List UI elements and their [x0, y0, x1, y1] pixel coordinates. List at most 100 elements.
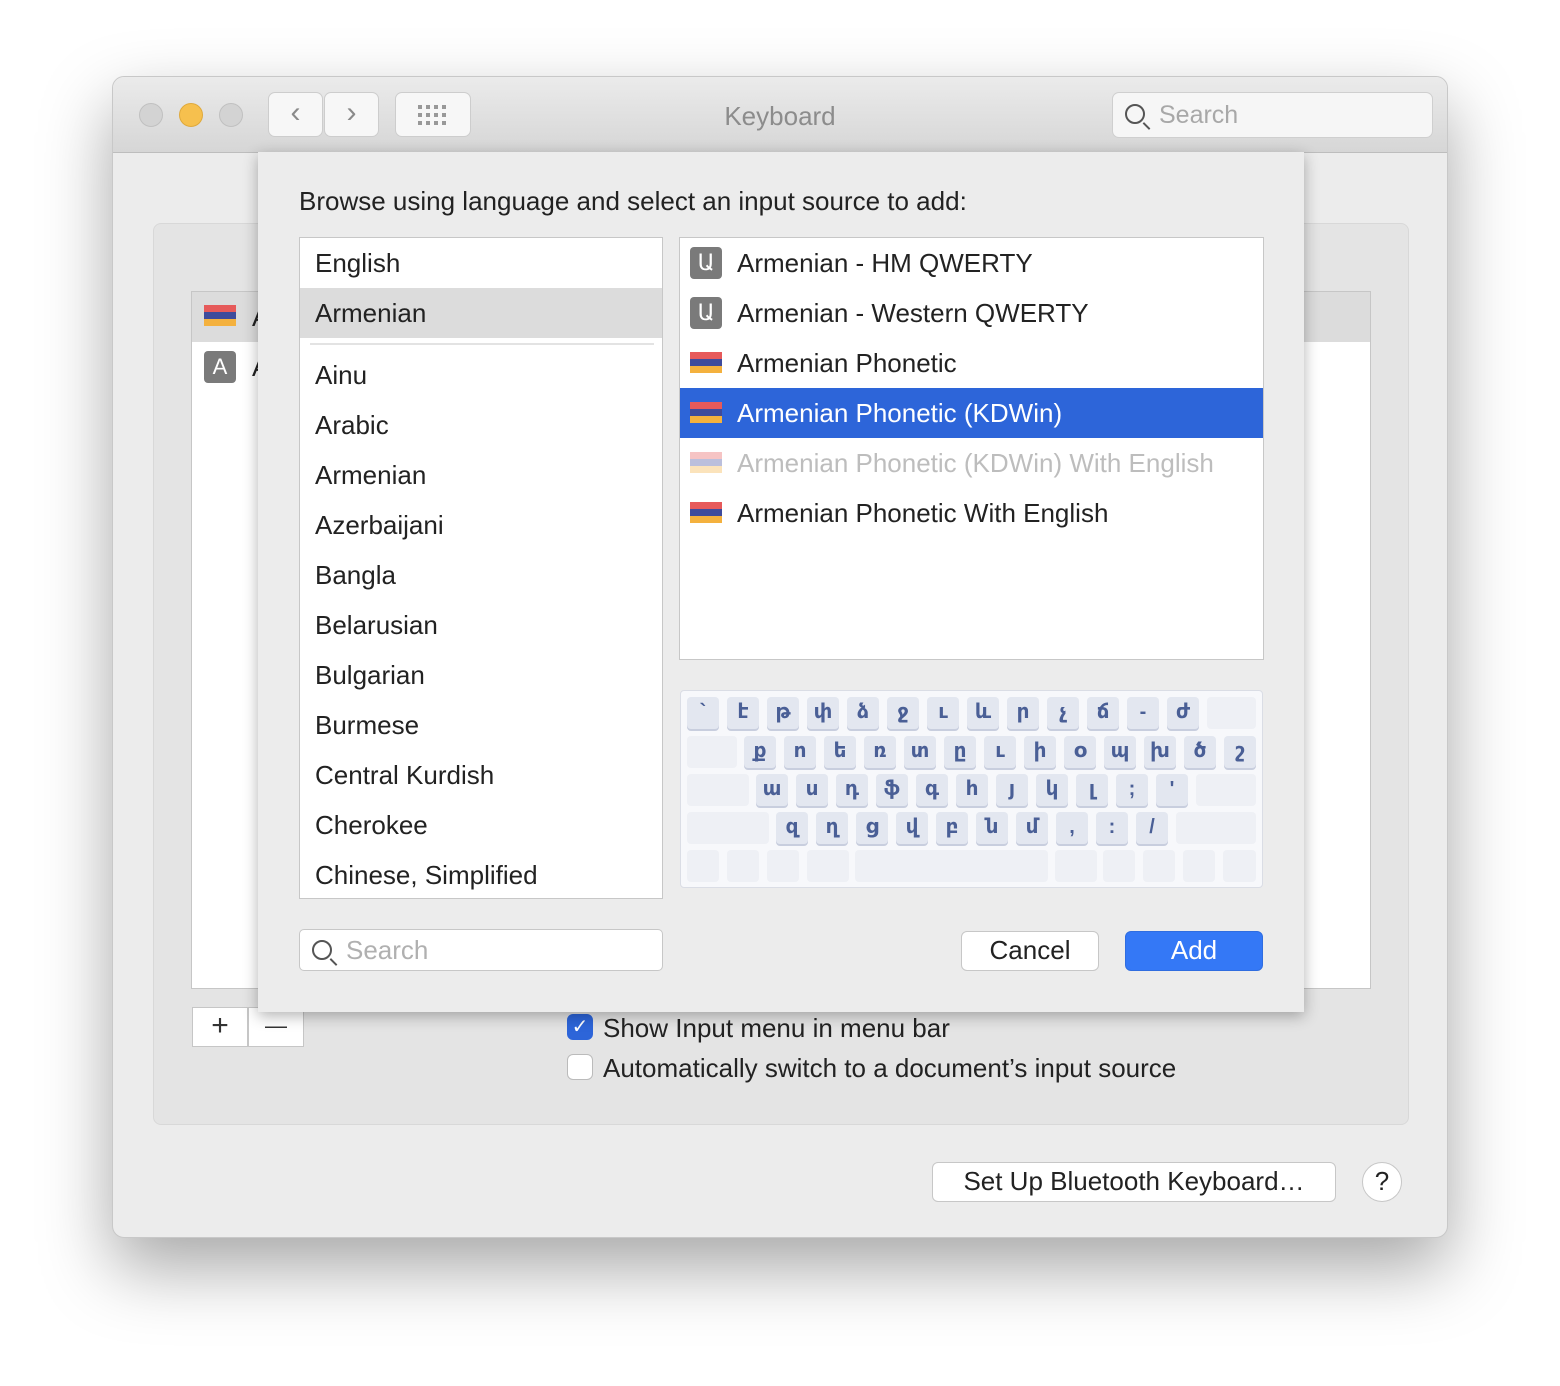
input-source-label: Armenian - Western QWERTY — [737, 298, 1089, 328]
keyboard-key: օ — [1064, 736, 1096, 768]
keyboard-blank-key — [687, 736, 737, 768]
keyboard-key: ջ — [887, 697, 919, 729]
keyboard-key: : — [1096, 812, 1128, 844]
add-source-button[interactable]: + — [192, 1007, 248, 1047]
keyboard-blank-key — [1103, 850, 1135, 882]
armenian-letter-icon: Ա — [690, 297, 722, 329]
input-source-label: Armenian Phonetic (KDWin) — [737, 398, 1063, 428]
language-item[interactable]: Ainu — [300, 350, 662, 400]
keyboard-key: ֆ — [876, 774, 908, 806]
search-icon — [1125, 104, 1145, 124]
keyboard-key: ե — [824, 736, 856, 768]
search-placeholder: Search — [346, 935, 429, 965]
input-source-item[interactable]: Armenian Phonetic (KDWin) — [680, 388, 1263, 438]
keyboard-key: յ — [996, 774, 1028, 806]
auto-switch-checkbox[interactable] — [567, 1054, 593, 1080]
keyboard-key: պ — [1104, 736, 1136, 768]
language-item-armenian-selected[interactable]: Armenian — [300, 288, 662, 338]
keyboard-key: գ — [916, 774, 948, 806]
checkmark-icon: ✓ — [571, 1016, 589, 1038]
keyboard-key: շ — [1224, 736, 1256, 768]
keyboard-blank-key — [1183, 850, 1215, 882]
keyboard-blank-key — [855, 850, 1048, 882]
language-item[interactable]: Arabic — [300, 400, 662, 450]
language-item[interactable]: Central Kurdish — [300, 750, 662, 800]
keyboard-key: մ — [1016, 812, 1048, 844]
language-item[interactable]: Cherokee — [300, 800, 662, 850]
keyboard-key: փ — [807, 697, 839, 729]
keyboard-key: ը — [944, 736, 976, 768]
armenian-letter-icon: Ա — [690, 247, 722, 279]
keyboard-blank-key — [807, 850, 849, 882]
add-input-source-sheet: Browse using language and select an inpu… — [258, 152, 1304, 1012]
keyboard-key: ա — [756, 774, 788, 806]
input-source-item: Armenian Phonetic (KDWin) With English — [680, 438, 1263, 488]
keyboard-key: ո — [784, 736, 816, 768]
armenian-flag-icon — [690, 352, 722, 373]
language-item-english[interactable]: English — [300, 238, 662, 288]
input-source-item[interactable]: Armenian Phonetic With English — [680, 488, 1263, 538]
input-source-item[interactable]: Ա Armenian - HM QWERTY — [680, 238, 1263, 288]
keyboard-key: ր — [1007, 697, 1039, 729]
search-placeholder: Search — [1159, 101, 1239, 129]
setup-bluetooth-keyboard-button[interactable]: Set Up Bluetooth Keyboard… — [932, 1162, 1336, 1202]
add-button[interactable]: Add — [1125, 931, 1263, 971]
search-icon — [312, 940, 332, 960]
keyboard-key: , — [1056, 812, 1088, 844]
keyboard-key: վ — [896, 812, 928, 844]
language-item[interactable]: Bulgarian — [300, 650, 662, 700]
language-item[interactable]: Belarusian — [300, 600, 662, 650]
keyboard-key: ռ — [864, 736, 896, 768]
language-item[interactable]: Bangla — [300, 550, 662, 600]
keyboard-key: ' — [1156, 774, 1188, 806]
window-search-field[interactable]: Search — [1112, 92, 1433, 138]
language-search-field[interactable]: Search — [299, 929, 663, 971]
keyboard-key: բ — [936, 812, 968, 844]
input-source-label: Armenian - HM QWERTY — [737, 248, 1033, 278]
cancel-button[interactable]: Cancel — [961, 931, 1099, 971]
input-source-item[interactable]: Armenian Phonetic — [680, 338, 1263, 388]
show-input-menu-checkbox[interactable]: ✓ — [567, 1014, 593, 1040]
keyboard-blank-key — [687, 812, 769, 844]
keyboard-key: չ — [1047, 697, 1079, 729]
title-bar: ‹ › Keyboard Search — [113, 77, 1447, 153]
keyboard-key: հ — [956, 774, 988, 806]
help-button[interactable]: ? — [1362, 1162, 1402, 1202]
keyboard-key: ; — [1116, 774, 1148, 806]
keyboard-key: ւ — [927, 697, 959, 729]
input-source-list[interactable]: Ա Armenian - HM QWERTY Ա Armenian - Western… — [679, 237, 1264, 660]
language-list[interactable]: English Armenian Ainu Arabic Armenian Azerb… — [299, 237, 663, 899]
input-source-label: Armenian Phonetic (KDWin) With English — [737, 448, 1214, 478]
language-item[interactable]: Armenian — [300, 450, 662, 500]
keyboard-key: ք — [744, 736, 776, 768]
keyboard-key: կ — [1036, 774, 1068, 806]
keyboard-key: ն — [976, 812, 1008, 844]
keyboard-blank-key — [1143, 850, 1175, 882]
show-input-menu-label: Show Input menu in menu bar — [603, 1013, 950, 1043]
keyboard-key: լ — [1076, 774, 1108, 806]
keyboard-key: ի — [1024, 736, 1056, 768]
keyboard-blank-key — [727, 850, 759, 882]
keyboard-blank-key — [687, 774, 749, 806]
remove-source-button[interactable]: — — [248, 1007, 304, 1047]
keyboard-key: տ — [904, 736, 936, 768]
keyboard-blank-key — [687, 850, 719, 882]
language-item[interactable]: Azerbaijani — [300, 500, 662, 550]
keyboard-key: ճ — [1087, 697, 1119, 729]
keyboard-key: - — [1127, 697, 1159, 729]
language-item[interactable]: Chinese, Simplified — [300, 850, 662, 898]
keyboard-key: ղ — [816, 812, 848, 844]
keyboard-blank-key — [1207, 697, 1256, 729]
keyboard-blank-key — [1176, 812, 1256, 844]
language-item[interactable]: Burmese — [300, 700, 662, 750]
keyboard-key: / — [1136, 812, 1168, 844]
keyboard-key: ` — [687, 697, 719, 729]
keyboard-key: ւ — [984, 736, 1016, 768]
keyboard-key: զ — [776, 812, 808, 844]
letter-a-icon: A — [204, 351, 236, 383]
input-source-label: Armenian Phonetic — [737, 348, 957, 378]
keyboard-layout-preview: ` է թ փ ձ ջ ւ և ր չ ճ - ժ ք ո ե ռ տ ը ւ ի օ պ խ ծ շ ա ս դ ֆ գ հ յ կ լ; ' զ ղ ց… — [680, 690, 1263, 888]
keyboard-blank-key — [767, 850, 799, 882]
keyboard-key: դ — [836, 774, 868, 806]
input-source-item[interactable]: Ա Armenian - Western QWERTY — [680, 288, 1263, 338]
